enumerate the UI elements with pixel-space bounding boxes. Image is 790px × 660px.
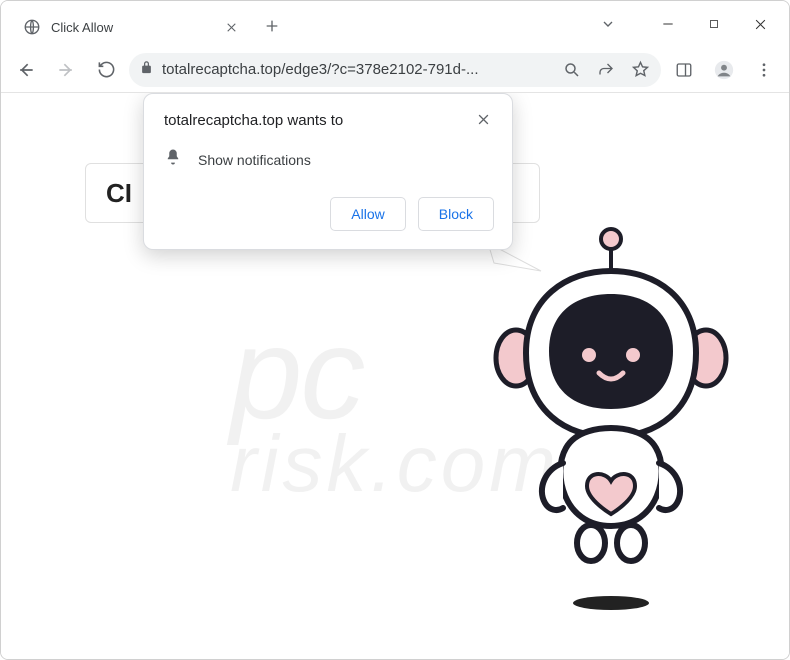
window-minimize-button[interactable] bbox=[645, 1, 691, 47]
titlebar: Click Allow bbox=[1, 1, 789, 47]
tab-title: Click Allow bbox=[51, 20, 213, 35]
profile-button[interactable] bbox=[707, 53, 741, 87]
back-button[interactable] bbox=[9, 53, 43, 87]
permission-origin-text: totalrecaptcha.top wants to bbox=[164, 112, 343, 129]
bell-icon bbox=[164, 148, 182, 171]
browser-window: Click Allow bbox=[0, 0, 790, 660]
window-controls bbox=[591, 1, 789, 47]
menu-button[interactable] bbox=[747, 53, 781, 87]
forward-button bbox=[49, 53, 83, 87]
side-panel-button[interactable] bbox=[667, 53, 701, 87]
globe-icon bbox=[23, 18, 41, 36]
address-bar[interactable] bbox=[129, 53, 661, 87]
window-maximize-button[interactable] bbox=[691, 1, 737, 47]
zoom-icon[interactable] bbox=[559, 57, 585, 83]
reload-button[interactable] bbox=[89, 53, 123, 87]
share-icon[interactable] bbox=[593, 57, 619, 83]
star-icon[interactable] bbox=[627, 57, 653, 83]
url-input[interactable] bbox=[162, 61, 551, 78]
robot-illustration bbox=[471, 223, 741, 623]
browser-tab[interactable]: Click Allow bbox=[11, 7, 251, 47]
permission-item-label: Show notifications bbox=[198, 152, 311, 168]
page-content: pc risk.com CI bbox=[1, 93, 789, 659]
titlebar-spacer bbox=[287, 1, 591, 47]
page-banner-text: CI bbox=[106, 178, 132, 209]
notification-permission-dialog: totalrecaptcha.top wants to Show notific… bbox=[143, 93, 513, 250]
window-close-button[interactable] bbox=[737, 1, 783, 47]
browser-toolbar bbox=[1, 47, 789, 93]
lock-icon[interactable] bbox=[139, 60, 154, 80]
chevron-down-icon[interactable] bbox=[591, 1, 625, 47]
allow-button[interactable]: Allow bbox=[330, 197, 405, 231]
block-button[interactable]: Block bbox=[418, 197, 494, 231]
watermark-line1: pc bbox=[230, 300, 363, 446]
new-tab-button[interactable] bbox=[257, 11, 287, 41]
tab-close-icon[interactable] bbox=[223, 19, 239, 35]
close-icon[interactable] bbox=[476, 112, 494, 130]
